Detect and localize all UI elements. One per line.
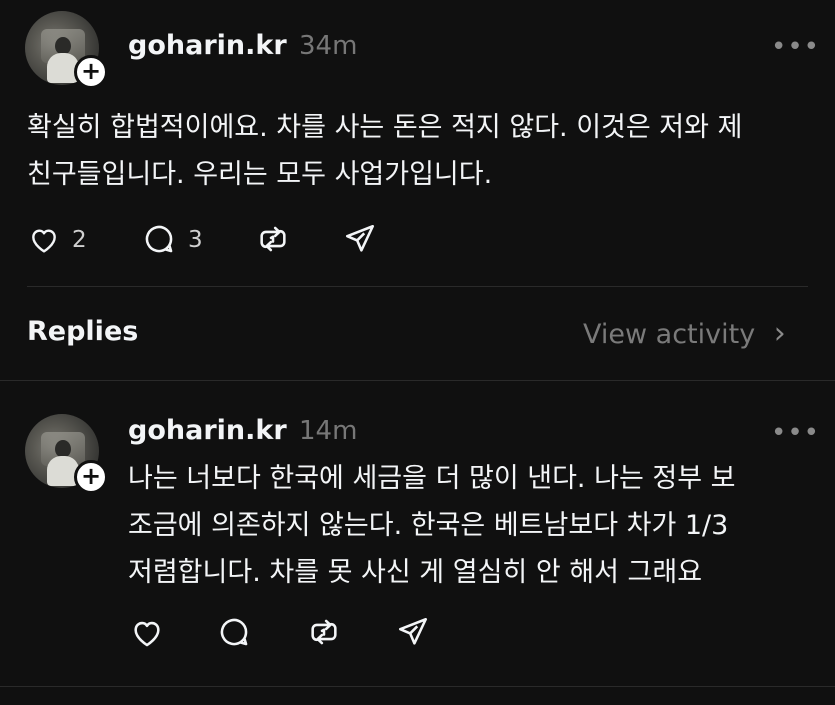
repost-icon[interactable] [307, 615, 341, 649]
share-icon[interactable] [343, 222, 377, 256]
post-username[interactable]: goharin.kr [128, 30, 287, 61]
heart-icon[interactable] [129, 616, 165, 650]
heart-icon[interactable] [27, 224, 61, 256]
reply-text-line-3: 저렴합니다. 차를 못 사신 게 열심히 안 해서 그래요 [128, 557, 703, 588]
post-text-line-2: 친구들입니다. 우리는 모두 사업가입니다. [27, 159, 493, 190]
like-count: 2 [72, 227, 87, 253]
more-options-icon[interactable]: ••• [771, 32, 820, 62]
follow-plus-icon[interactable]: + [74, 460, 108, 494]
post-time: 34m [299, 31, 358, 61]
comment-icon[interactable] [141, 222, 177, 256]
divider [0, 686, 835, 687]
divider [27, 286, 808, 287]
repost-icon[interactable] [256, 222, 290, 256]
more-options-icon[interactable]: ••• [771, 418, 820, 448]
reply-count: 3 [188, 227, 203, 253]
reply-text-line-2: 조금에 의존하지 않는다. 한국은 베트남보다 차가 1/3 [128, 510, 729, 541]
reply-username[interactable]: goharin.kr [128, 415, 287, 446]
view-activity-label: View activity [583, 319, 756, 350]
post-text-line-1: 확실히 합법적이에요. 차를 사는 돈은 적지 않다. 이것은 저와 제 [27, 112, 743, 143]
reply-text-line-1: 나는 너보다 한국에 세금을 더 많이 낸다. 나는 정부 보 [128, 463, 736, 494]
divider [0, 380, 835, 381]
follow-plus-icon[interactable]: + [74, 55, 108, 89]
share-icon[interactable] [396, 615, 430, 649]
reply-time: 14m [299, 416, 358, 446]
chevron-right-icon: › [773, 316, 786, 351]
view-activity-link[interactable]: View activity › [583, 316, 786, 351]
replies-heading: Replies [27, 316, 139, 347]
comment-icon[interactable] [216, 615, 252, 649]
